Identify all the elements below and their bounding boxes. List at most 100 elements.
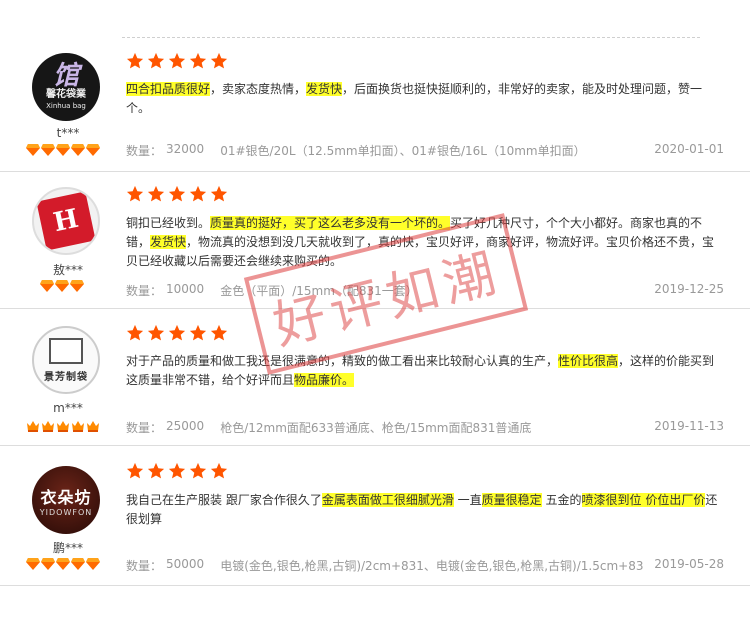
username: 敖*** (52, 263, 83, 277)
diamond-icon (71, 144, 85, 156)
star-icon (126, 324, 144, 341)
diamond-icon (56, 558, 70, 570)
star-icon (189, 324, 207, 341)
review-text-segment: 铜扣已经收到。 (126, 216, 211, 230)
star-icon (147, 462, 165, 479)
review-text: 对于产品的质量和做工我还是很满意的，精致的做工看出来比较耐心认真的生产，性价比很… (126, 352, 726, 390)
highlight-text: 物品廉价。 (294, 373, 355, 387)
highlight-text: 四合扣品质很好 (126, 82, 211, 96)
review-text-segment: 对于产品的质量和做工我还是很满意的，精致的做工看出来比较耐心认真的生产， (126, 354, 559, 368)
diamond-icon (26, 558, 40, 570)
star-icon (126, 462, 144, 479)
star-icon (126, 185, 144, 202)
avatar[interactable]: 景芳制袋 (32, 326, 100, 394)
review-text-segment: ，物流真的没想到没几天就收到了，真的快，宝贝好评，商家好评，物流好评。宝贝价格还… (126, 235, 715, 268)
shop-logo-dark: 馆 馨花袋業 Xinhua bag (46, 60, 86, 110)
review-meta: 数量： 50000 电镀(金色,银色,枪黑,古铜)/2cm+831、电镀(金色,… (126, 557, 724, 574)
star-icon (189, 52, 207, 69)
quantity-label: 数量： (126, 284, 163, 298)
sku-spec: 枪色/12mm面配633普通底、枪色/15mm面配831普通底 (220, 421, 532, 435)
star-icon (126, 52, 144, 69)
review-text-segment: 我自己在生产服装 跟厂家合作很久了 (126, 493, 322, 507)
star-icon (210, 52, 228, 69)
diamond-icon (86, 144, 100, 156)
star-icon (168, 324, 186, 341)
shop-logo-text: 景芳制袋 (44, 371, 88, 383)
review-text-segment: 五金的 (541, 493, 582, 507)
diamond-icon (70, 280, 84, 292)
quantity-value: 50000 (166, 557, 205, 571)
star-icon (147, 185, 165, 202)
star-icon (189, 185, 207, 202)
shop-logo-yidowfon: 衣朵坊 (40, 487, 92, 507)
review-date: 2019-12-25 (654, 282, 724, 296)
buyer-level-badge (40, 280, 84, 292)
crown-icon (42, 421, 54, 432)
review-text: 我自己在生产服装 跟厂家合作很久了金属表面做工很细腻光滑 一直质量很稳定 五金的… (126, 491, 726, 529)
sku-spec: 电镀(金色,银色,枪黑,古铜)/2cm+831、电镀(金色,银色,枪黑,古铜)/… (220, 559, 645, 573)
review-date: 2020-01-01 (654, 142, 724, 156)
buyer-level-badge (26, 420, 100, 432)
star-icon (147, 324, 165, 341)
quantity-value: 10000 (166, 282, 205, 296)
shop-logo-red: H (36, 191, 96, 251)
review-item: 馆 馨花袋業 Xinhua bag t*** 四合扣品质很好，卖家态度热情，发货… (0, 38, 750, 172)
review-date: 2019-05-28 (654, 557, 724, 571)
username: 鹏*** (52, 541, 83, 555)
review-item: 景芳制袋 m*** 对于产品的质量和做工我还是很满意的，精致的做工看出来比较耐心… (0, 309, 750, 446)
review-text-segment: 一直 (453, 493, 482, 507)
crown-icon (27, 421, 39, 432)
diamond-icon (71, 558, 85, 570)
star-icon (189, 462, 207, 479)
avatar[interactable]: H (32, 187, 100, 255)
highlight-text: 发货快 (150, 235, 187, 249)
diamond-icon (56, 144, 70, 156)
diamond-icon (55, 280, 69, 292)
review-meta: 数量： 32000 01#银色/20L（12.5mm单扣面）、01#银色/16L… (126, 142, 724, 159)
quantity-label: 数量： (126, 559, 163, 573)
avatar[interactable]: 馆 馨花袋業 Xinhua bag (32, 53, 100, 121)
review-text: 铜扣已经收到。质量真的挺好，买了这么老多没有一个坏的。买了好几种尺寸，个个大小都… (126, 214, 726, 271)
quantity-label: 数量： (126, 144, 163, 158)
star-icon (168, 185, 186, 202)
review-item: 衣朵坊 YIDOWFON 鹏*** 我自己在生产服装 跟厂家合作很久了金属表面做… (0, 446, 750, 586)
crown-icon (57, 421, 69, 432)
star-icon (168, 462, 186, 479)
diamond-icon (41, 558, 55, 570)
rating-stars (126, 324, 228, 342)
star-icon (210, 324, 228, 341)
username: m*** (53, 401, 83, 415)
buyer-level-badge (26, 558, 100, 570)
quantity-label: 数量： (126, 421, 163, 435)
highlight-text: 质量真的挺好，买了这么老多没有一个坏的。 (210, 216, 451, 230)
username: t*** (56, 126, 80, 140)
review-text-segment: ，卖家态度热情， (210, 82, 307, 96)
sku-spec: 金色（平面）/15mm（配831一套） (220, 284, 418, 298)
rating-stars (126, 462, 228, 480)
review-meta: 数量： 10000 金色（平面）/15mm（配831一套） 2019-12-25 (126, 282, 724, 299)
diamond-icon (41, 144, 55, 156)
review-text: 四合扣品质很好，卖家态度热情，发货快，后面换货也挺快挺顺利的，非常好的卖家，能及… (126, 80, 726, 118)
highlight-text: 发货快 (306, 82, 343, 96)
sku-spec: 01#银色/20L（12.5mm单扣面）、01#银色/16L（10mm单扣面） (220, 144, 586, 158)
star-icon (210, 462, 228, 479)
star-icon (210, 185, 228, 202)
shop-logo-subtext: YIDOWFON (39, 507, 93, 517)
crown-icon (72, 421, 84, 432)
crown-icon (87, 421, 99, 432)
diamond-icon (86, 558, 100, 570)
quantity-value: 25000 (166, 419, 205, 433)
avatar[interactable]: 衣朵坊 YIDOWFON (32, 466, 100, 534)
quantity-value: 32000 (166, 142, 205, 156)
star-icon (168, 52, 186, 69)
highlight-text: 喷漆很到位 价位出厂价 (581, 493, 706, 507)
diamond-icon (26, 144, 40, 156)
shop-logo-box (49, 337, 83, 364)
review-date: 2019-11-13 (654, 419, 724, 433)
highlight-text: 质量很稳定 (481, 493, 542, 507)
buyer-level-badge (26, 144, 100, 156)
review-meta: 数量： 25000 枪色/12mm面配633普通底、枪色/15mm面配831普通… (126, 419, 724, 436)
highlight-text: 性价比很高 (558, 354, 619, 368)
highlight-text: 金属表面做工很细腻光滑 (321, 493, 454, 507)
rating-stars (126, 185, 228, 203)
